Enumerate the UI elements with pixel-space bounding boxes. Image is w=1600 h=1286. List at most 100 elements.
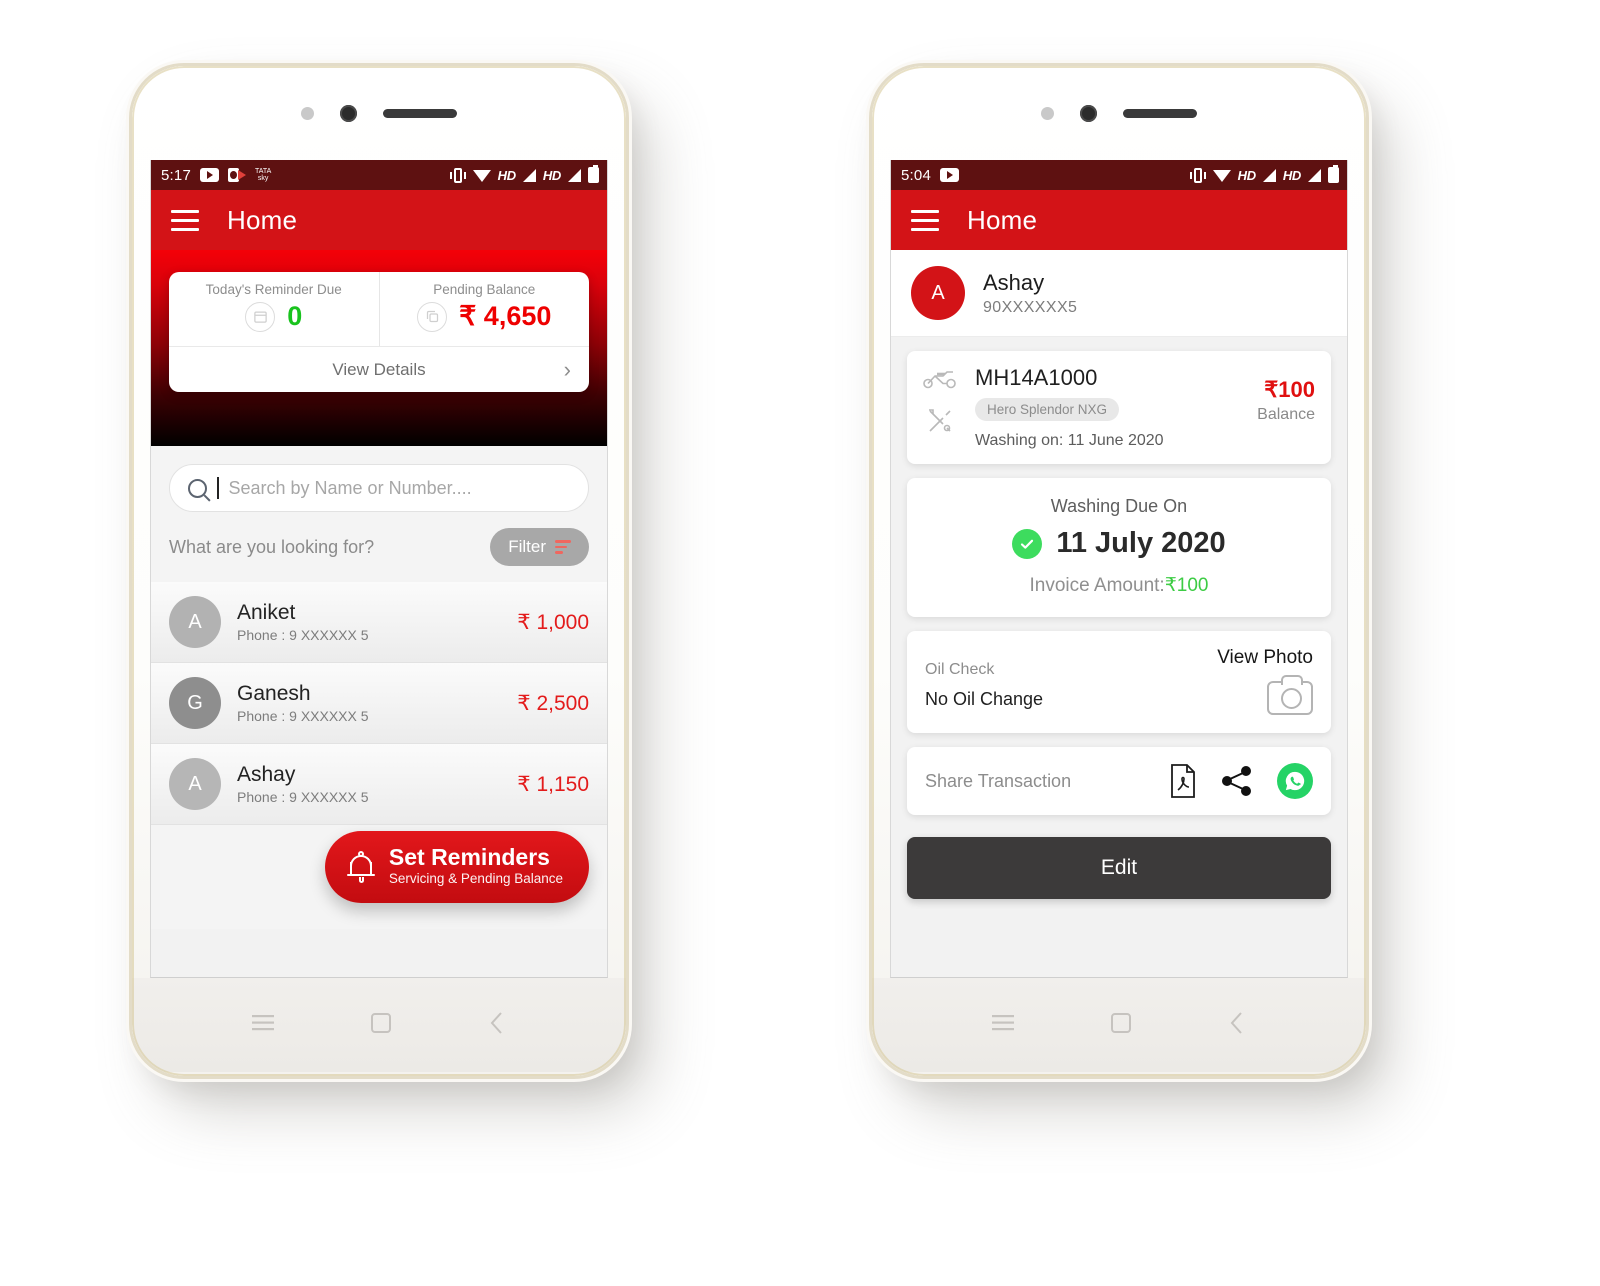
phone-top-bezel (132, 66, 626, 160)
view-photo-link[interactable]: View Photo (1217, 647, 1313, 669)
android-nav-bar (872, 978, 1366, 1072)
tata-line2: sky (257, 175, 269, 182)
avatar: G (169, 677, 221, 729)
vehicle-service-line: Washing on: 11 June 2020 (975, 432, 1164, 449)
motorcycle-icon (923, 369, 957, 394)
wifi-icon (472, 169, 491, 182)
bell-icon (346, 851, 375, 883)
avatar: A (169, 758, 221, 810)
summary-card: Today's Reminder Due 0 Pending Balance ₹… (169, 272, 589, 392)
user-header[interactable]: A Ashay 90XXXXXX5 (891, 250, 1347, 337)
search-input[interactable]: Search by Name or Number.... (169, 464, 589, 512)
status-time: 5:17 (161, 166, 191, 184)
earpiece-speaker (383, 108, 457, 118)
vehicle-balance-label: Balance (1257, 406, 1315, 423)
home-icon[interactable] (1110, 1012, 1132, 1039)
signal-icon-1 (1262, 168, 1276, 182)
copy-icon (417, 301, 448, 332)
list-item[interactable]: A Ashay Phone : 9 XXXXXX 5 ₹ 1,150 (151, 744, 607, 825)
filter-button[interactable]: Filter (490, 528, 589, 566)
avatar: A (169, 596, 221, 648)
fab-area: Set Reminders Servicing & Pending Balanc… (151, 825, 607, 929)
page-title: Home (967, 204, 1038, 235)
contact-list: A Aniket Phone : 9 XXXXXX 5 ₹ 1,000 G Ga… (151, 582, 607, 825)
camera-app-icon (228, 168, 246, 182)
share-transaction-label: Share Transaction (925, 770, 1072, 791)
search-placeholder: Search by Name or Number.... (228, 477, 472, 498)
contact-phone: Phone : 9 XXXXXX 5 (237, 789, 369, 805)
status-bar: 5:17 TATA sky HD HD (151, 160, 607, 190)
back-icon[interactable] (1228, 1010, 1246, 1041)
hamburger-icon[interactable] (911, 209, 939, 231)
youtube-icon (940, 168, 959, 182)
status-bar: 5:04 HD HD (891, 160, 1347, 190)
app-bar: Home (891, 190, 1347, 250)
status-time: 5:04 (901, 166, 931, 184)
hd-label-1: HD (497, 167, 516, 183)
washing-due-date: 11 July 2020 (1056, 527, 1226, 559)
pending-balance-label: Pending Balance (433, 282, 536, 297)
contact-name: Ashay (237, 763, 296, 786)
reminder-due-cell[interactable]: Today's Reminder Due 0 (169, 272, 379, 346)
vehicle-plate: MH14A1000 (975, 365, 1098, 390)
reminder-due-label: Today's Reminder Due (205, 282, 342, 297)
search-icon (188, 478, 207, 498)
tools-icon (927, 408, 953, 439)
list-item[interactable]: A Aniket Phone : 9 XXXXXX 5 ₹ 1,000 (151, 582, 607, 663)
looking-for-label: What are you looking for? (169, 536, 375, 557)
share-nodes-icon[interactable] (1221, 766, 1253, 796)
home-icon[interactable] (370, 1012, 392, 1039)
vibrate-icon (449, 167, 466, 183)
tata-line1: TATA (255, 168, 272, 175)
oil-check-label: Oil Check (925, 661, 995, 678)
recents-icon[interactable] (252, 1014, 274, 1036)
whatsapp-icon[interactable] (1277, 763, 1313, 799)
app-bar: Home (151, 190, 607, 250)
user-phone: 90XXXXXX5 (983, 298, 1078, 316)
proximity-sensor-icon (1041, 106, 1054, 120)
vehicle-card[interactable]: MH14A1000 Hero Splendor NXG Washing on: … (907, 351, 1331, 464)
wifi-icon (1212, 169, 1231, 182)
reminder-due-value: 0 (287, 301, 303, 331)
invoice-amount-row: Invoice Amount:₹100 (921, 574, 1317, 597)
hamburger-icon[interactable] (171, 209, 199, 231)
proximity-sensor-icon (301, 106, 314, 120)
washing-due-label: Washing Due On (1050, 496, 1188, 516)
camera-icon[interactable] (1267, 675, 1313, 715)
recents-icon[interactable] (992, 1014, 1014, 1036)
set-reminders-button[interactable]: Set Reminders Servicing & Pending Balanc… (324, 831, 589, 903)
youtube-icon (200, 168, 219, 182)
oil-check-card: Oil Check No Oil Change View Photo (907, 631, 1331, 733)
signal-icon-2 (568, 168, 581, 182)
chevron-right-icon: › (563, 356, 571, 382)
detail-body: A Ashay 90XXXXXX5 MH14A1000 Hero Splendo… (891, 250, 1347, 977)
back-icon[interactable] (488, 1010, 506, 1041)
contact-amount: ₹ 1,150 (517, 772, 589, 796)
set-reminders-title: Set Reminders (388, 843, 550, 870)
filter-icon (555, 540, 571, 554)
phone-screen-right: 5:04 HD HD Home A Ashay 90XXXXXX5 MH14A1… (890, 160, 1348, 978)
pdf-icon[interactable] (1169, 764, 1197, 798)
list-item[interactable]: G Ganesh Phone : 9 XXXXXX 5 ₹ 2,500 (151, 663, 607, 744)
hero-gradient: Today's Reminder Due 0 Pending Balance ₹… (151, 250, 607, 446)
battery-icon (1328, 165, 1339, 183)
view-details-row[interactable]: View Details › (169, 346, 589, 392)
battery-icon (588, 165, 599, 183)
contact-amount: ₹ 1,000 (517, 610, 589, 634)
signal-icon-1 (522, 168, 536, 182)
hd-label-2: HD (542, 167, 561, 183)
page-title: Home (227, 204, 298, 235)
contact-phone: Phone : 9 XXXXXX 5 (237, 627, 369, 643)
front-camera-icon (1080, 104, 1097, 122)
edit-button[interactable]: Edit (907, 837, 1331, 899)
hd-label-1: HD (1237, 167, 1256, 183)
pending-balance-cell[interactable]: Pending Balance ₹ 4,650 (378, 272, 590, 346)
user-name: Ashay (983, 269, 1045, 295)
invoice-amount-value: ₹100 (1164, 575, 1209, 596)
hd-label-2: HD (1282, 167, 1301, 183)
contact-amount: ₹ 2,500 (517, 691, 589, 715)
view-details-label: View Details (332, 359, 426, 379)
filter-row: What are you looking for? Filter (151, 512, 607, 582)
oil-check-value: No Oil Change (925, 689, 1044, 709)
tata-sky-icon: TATA sky (255, 168, 271, 182)
